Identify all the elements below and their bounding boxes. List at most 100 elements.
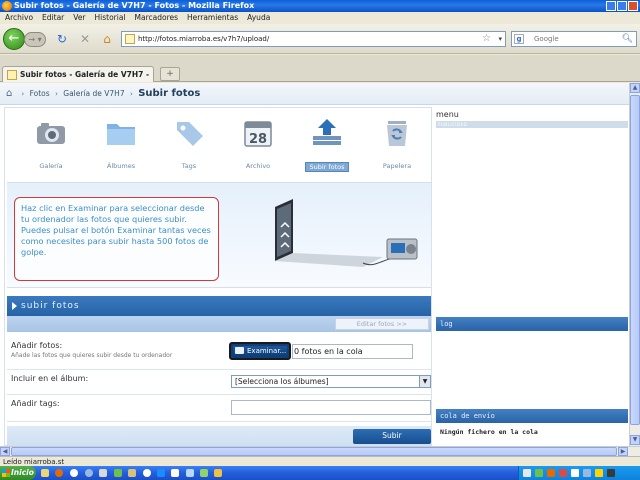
tab-favicon [7, 70, 17, 80]
page-title: Subir fotos [138, 88, 201, 99]
maximize-button[interactable] [617, 1, 627, 11]
back-button[interactable]: ← [3, 28, 25, 50]
menu-bar: Archivo Editar Ver Historial Marcadores … [0, 12, 640, 24]
scroll-down-arrow[interactable]: ▼ [630, 435, 640, 445]
menu-ayuda[interactable]: Ayuda [247, 12, 270, 24]
quicklaunch-browser-icon[interactable] [70, 469, 78, 477]
breadcrumb-gallery[interactable]: Galería de V7H7 [63, 89, 124, 98]
new-tab-button[interactable]: + [160, 67, 180, 81]
upload-section-title: subir fotos [21, 301, 80, 311]
minimize-button[interactable] [606, 1, 616, 11]
tags-input[interactable] [231, 400, 431, 415]
forward-button[interactable]: → ▾ [24, 32, 46, 47]
address-bar[interactable]: http://fotos.miarroba.es/v7h7/upload/ ☆ … [121, 31, 506, 47]
album-select-value: [Selecciona los álbumes] [235, 377, 329, 386]
menu-ver[interactable]: Ver [73, 12, 85, 24]
add-photos-row: Añadir fotos: Añade las fotos que quiere… [7, 338, 431, 370]
breadcrumb-fotos[interactable]: Fotos [30, 89, 50, 98]
horizontal-scrollbar[interactable]: ◀ ▶ [0, 446, 640, 456]
quicklaunch-app-icon[interactable] [114, 469, 122, 477]
scroll-thumb[interactable] [630, 95, 640, 425]
submit-button[interactable]: Subir [353, 429, 431, 444]
menu-historial[interactable]: Historial [95, 12, 126, 24]
quicklaunch-media-icon[interactable] [85, 469, 93, 477]
quicklaunch-app-icon[interactable] [157, 469, 165, 477]
edit-photos-button[interactable]: Editar fotos >> [335, 318, 429, 330]
navigation-toolbar: ← → ▾ ↻ ✕ ⌂ http://fotos.miarroba.es/v7h… [0, 24, 640, 54]
nav-subir-fotos[interactable]: Subir fotos [299, 114, 355, 180]
menu-archivo[interactable]: Archivo [5, 12, 33, 24]
chevron-down-icon[interactable]: ▾ [498, 32, 502, 46]
folder-icon [107, 124, 135, 145]
nav-label: Archivo [245, 162, 271, 170]
scroll-left-arrow[interactable]: ◀ [0, 447, 10, 456]
breadcrumb-separator: › [55, 90, 58, 98]
quicklaunch-app-icon[interactable] [214, 469, 222, 477]
nav-label: Papelera [382, 162, 412, 170]
horizontal-scroll-thumb[interactable] [11, 447, 617, 456]
quicklaunch-folder-icon[interactable] [41, 469, 49, 477]
menu-subtitle: PUBLICIDAD [436, 121, 628, 128]
breadcrumb-separator: › [129, 90, 133, 98]
tray-icon[interactable] [595, 469, 603, 477]
status-bar: Leído miarroba.st [0, 456, 640, 466]
search-placeholder: Google [534, 35, 559, 43]
menu-herramientas[interactable]: Herramientas [187, 12, 238, 24]
chevron-down-icon[interactable]: ▼ [419, 376, 430, 387]
window-titlebar: Subir fotos - Galería de V7H7 - Fotos - … [0, 0, 640, 12]
nav-papelera[interactable]: Papelera [369, 114, 425, 180]
tray-icon[interactable] [523, 469, 531, 477]
google-icon[interactable]: g [514, 34, 524, 44]
nav-albumes[interactable]: Álbumes [93, 114, 149, 180]
home-icon[interactable]: ⌂ [6, 83, 16, 105]
tray-icon[interactable] [547, 469, 555, 477]
scroll-right-arrow[interactable]: ▶ [618, 447, 628, 456]
reload-icon[interactable]: ↻ [55, 32, 69, 46]
quicklaunch-app-icon[interactable] [186, 469, 194, 477]
tray-icon[interactable] [571, 469, 579, 477]
start-label: Inicio [11, 468, 34, 477]
nav-tags[interactable]: Tags [161, 114, 217, 180]
upload-help-banner: Haz clic en Examinar para seleccionar de… [7, 182, 431, 288]
submit-row: Subir [7, 426, 431, 446]
page-content: ⌂ › Fotos › Galería de V7H7 › Subir foto… [0, 83, 629, 446]
window-title: Subir fotos - Galería de V7H7 - Fotos - … [14, 1, 255, 10]
quicklaunch-app-icon[interactable] [99, 469, 107, 477]
menu-marcadores[interactable]: Marcadores [135, 12, 179, 24]
nav-galeria[interactable]: Galería [23, 114, 79, 180]
tab-strip: Subir fotos - Galería de V7H7 - Fotos + [0, 55, 640, 94]
tray-icon[interactable] [559, 469, 567, 477]
windows-flag-icon [2, 469, 10, 477]
breadcrumb-separator: › [21, 90, 25, 98]
search-box[interactable]: g Google 🔍︎ [511, 31, 637, 47]
start-button[interactable]: Inicio [0, 466, 36, 480]
quicklaunch-app-icon[interactable] [128, 469, 136, 477]
close-button[interactable] [628, 1, 638, 11]
right-sidebar: menu PUBLICIDAD log cola de envío Ningún… [436, 107, 628, 446]
browse-button-label: Examinar... [247, 347, 287, 355]
menu-editar[interactable]: Editar [42, 12, 64, 24]
quicklaunch-player-icon[interactable] [143, 469, 151, 477]
quicklaunch-app-icon[interactable] [200, 469, 208, 477]
search-icon[interactable]: 🔍︎ [622, 32, 633, 46]
browse-button-inner: Examinar... [233, 346, 287, 356]
add-photos-hint: Añade las fotos que quieres subir desde … [11, 352, 173, 359]
album-select[interactable]: [Selecciona los álbumes] ▼ [231, 375, 431, 388]
quicklaunch-bluetooth-icon[interactable] [171, 469, 179, 477]
nav-archivo[interactable]: 28 Archivo [230, 114, 286, 180]
tray-icon[interactable] [607, 469, 615, 477]
tray-icon[interactable] [583, 469, 591, 477]
tab-subir-fotos[interactable]: Subir fotos - Galería de V7H7 - Fotos [2, 66, 154, 94]
scroll-up-arrow[interactable]: ▲ [630, 83, 640, 93]
camera-icon [37, 123, 65, 144]
bookmark-star-icon[interactable]: ☆ [482, 32, 491, 46]
browse-button[interactable]: Examinar... [229, 342, 291, 360]
home-icon[interactable]: ⌂ [100, 32, 114, 46]
quicklaunch-firefox-icon[interactable] [55, 469, 63, 477]
vertical-scrollbar[interactable]: ▲ ▼ [629, 83, 640, 446]
stop-icon[interactable]: ✕ [78, 32, 92, 46]
tray-icon[interactable] [535, 469, 543, 477]
calendar-day: 28 [249, 132, 267, 147]
nav-label: Subir fotos [305, 162, 349, 172]
triangle-right-icon [12, 302, 17, 310]
